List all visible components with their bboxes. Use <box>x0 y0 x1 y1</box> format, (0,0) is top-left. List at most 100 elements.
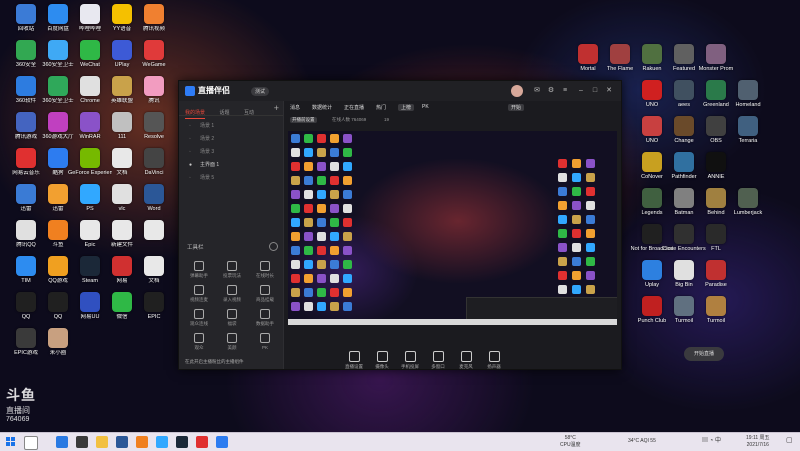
tool-button[interactable]: 观众 <box>183 331 215 357</box>
message-icon[interactable]: ✉ <box>533 87 541 95</box>
scene-item[interactable]: ◦ 场景 5 <box>179 172 283 185</box>
desktop-icon[interactable]: Terraria <box>726 116 770 152</box>
desktop-icon[interactable]: WeGame <box>132 40 176 76</box>
control-button[interactable]: 摄像头 <box>368 351 396 370</box>
eye-icon[interactable]: ◦ <box>189 120 194 133</box>
tool-button[interactable]: 视频连麦 <box>183 283 215 309</box>
tool-button[interactable]: 福袋 <box>216 307 248 333</box>
control-button[interactable]: 直播设置 <box>340 351 368 370</box>
desktop-icon[interactable]: ANNIE <box>694 152 738 188</box>
app-icon <box>112 148 132 168</box>
control-button[interactable]: 麦克风 <box>452 351 480 370</box>
maximize-icon[interactable]: □ <box>591 87 599 95</box>
tool-button[interactable]: 美颜 <box>216 331 248 357</box>
tab-message[interactable]: 消息 <box>290 104 300 111</box>
desktop-icon[interactable]: Resolve <box>132 112 176 148</box>
douyu-icon[interactable] <box>136 436 148 448</box>
tool-button[interactable]: 观众连线 <box>183 307 215 333</box>
notification-icon[interactable]: ▢ <box>786 437 793 444</box>
scene-item[interactable]: ● 主界面 1 <box>179 159 283 172</box>
desktop-icon[interactable]: EPIC <box>132 292 176 328</box>
scene-item[interactable]: ◦ 场景 3 <box>179 146 283 159</box>
tab-start[interactable]: 开始 <box>508 104 525 111</box>
preview-icon <box>572 257 581 266</box>
app-icon <box>48 328 68 348</box>
tab-rank[interactable]: 上榜 <box>398 104 415 111</box>
menu-icon[interactable]: ≡ <box>561 87 569 95</box>
ps-icon[interactable] <box>156 436 168 448</box>
eye-icon[interactable]: ◦ <box>189 146 194 159</box>
app-icon <box>48 148 68 168</box>
desktop-icon[interactable]: FTL <box>694 224 738 260</box>
edge-icon[interactable] <box>56 436 68 448</box>
tab-my-scenes[interactable]: 我的场景 <box>185 109 206 119</box>
scene-item[interactable]: ◦ 场景 2 <box>179 133 283 146</box>
app-icon <box>48 4 68 24</box>
network-icon[interactable]: ▤ ◔ 中 <box>702 438 721 445</box>
tool-button[interactable]: 数据助手 <box>249 307 281 333</box>
control-button[interactable]: 手机投屏 <box>396 351 424 370</box>
app-icon <box>48 184 68 204</box>
search-icon[interactable] <box>24 436 38 450</box>
settings-icon[interactable]: ⚙ <box>547 87 555 95</box>
desktop-icon[interactable]: 腾讯视频 <box>132 4 176 40</box>
control-button[interactable]: 多窗口 <box>424 351 452 370</box>
companion-icon[interactable] <box>216 436 228 448</box>
preview-icon <box>572 285 581 294</box>
add-scene-icon[interactable]: + <box>274 103 279 113</box>
help-icon[interactable] <box>269 242 278 251</box>
stream-preview[interactable] <box>288 131 617 319</box>
eye-icon[interactable]: ◦ <box>189 133 194 146</box>
tool-button[interactable]: 弹幕助手 <box>183 259 215 285</box>
preview-icon <box>558 173 567 182</box>
control-icon <box>460 351 472 362</box>
desktop-icon[interactable]: 腾讯 <box>132 76 176 112</box>
tool-button[interactable]: PK <box>249 331 281 357</box>
desktop-icon-label: WeGame <box>142 62 166 68</box>
app-icon <box>16 112 36 132</box>
preview-icon <box>304 162 313 171</box>
avatar[interactable] <box>511 85 523 97</box>
tool-button[interactable]: 投票玩法 <box>216 259 248 285</box>
preview-icon <box>291 148 300 157</box>
tab-interact[interactable]: 互动 <box>244 109 254 116</box>
clock[interactable]: 19:11 周五 2021/7/16 <box>746 435 770 449</box>
desktop-icon[interactable]: DaVinci <box>132 148 176 184</box>
preview-icon <box>330 274 339 283</box>
tab-stats[interactable]: 数据统计 <box>312 104 332 111</box>
close-icon[interactable]: ✕ <box>605 87 613 95</box>
tab-hot[interactable]: 热门 <box>376 104 386 111</box>
eye-icon[interactable]: ● <box>189 159 194 172</box>
minimize-icon[interactable]: – <box>577 87 585 95</box>
desktop-icon[interactable]: Monster Prom <box>694 44 738 80</box>
tool-button[interactable]: 商品挂载 <box>249 283 281 309</box>
store-icon[interactable] <box>76 436 88 448</box>
tool-button[interactable]: 在线时长 <box>249 259 281 285</box>
preview-icon <box>343 288 352 297</box>
desktop-icon[interactable]: Turmoil <box>694 296 738 332</box>
desktop-icon[interactable]: 米小圈 <box>36 328 80 364</box>
word-icon[interactable] <box>116 436 128 448</box>
preview-icon <box>343 218 352 227</box>
desktop-icon[interactable]: Lumberjack <box>726 188 770 224</box>
desktop-icon[interactable]: Homeland <box>726 80 770 116</box>
tab-topic[interactable]: 话题 <box>219 109 229 116</box>
desktop-icon[interactable]: 文档 <box>132 256 176 292</box>
preset-chip[interactable]: 开播前设置 <box>290 117 317 123</box>
control-icon <box>488 351 500 362</box>
tab-live[interactable]: 正在直播 <box>344 104 364 111</box>
netease-icon[interactable] <box>196 436 208 448</box>
tool-button[interactable]: 录入视频 <box>216 283 248 309</box>
desktop-icon[interactable] <box>132 220 176 256</box>
eye-icon[interactable]: ◦ <box>189 172 194 185</box>
desktop-icon[interactable]: Word <box>132 184 176 220</box>
windows-start-icon[interactable] <box>6 437 16 447</box>
folder-icon[interactable] <box>96 436 108 448</box>
scene-item[interactable]: ◦ 场景 1 <box>179 120 283 133</box>
control-button[interactable]: 扬声器 <box>480 351 508 370</box>
tab-pk[interactable]: PK <box>422 104 429 110</box>
start-live-button[interactable]: 开始直播 <box>684 347 724 361</box>
steam-icon[interactable] <box>176 436 188 448</box>
preview-icon <box>291 232 300 241</box>
desktop-icon[interactable]: Paradise <box>694 260 738 296</box>
